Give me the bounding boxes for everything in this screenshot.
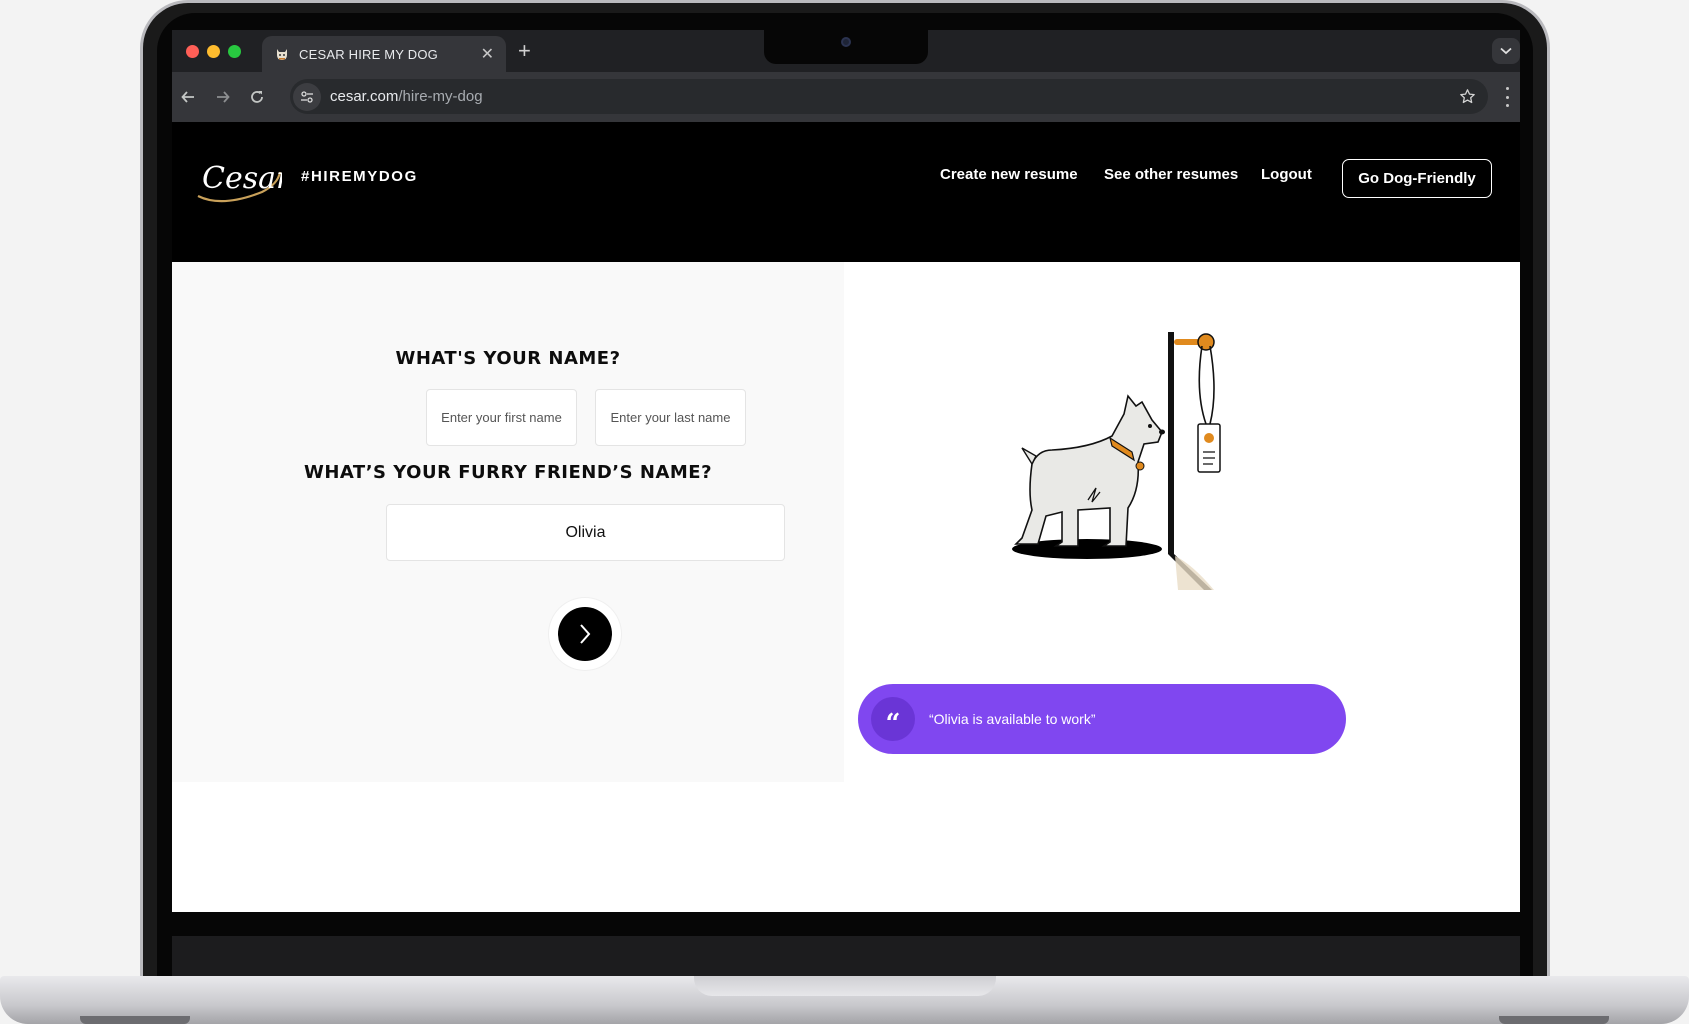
nav-see-other-resumes-link[interactable]: See other resumes <box>1104 166 1238 183</box>
dog-favicon-icon <box>274 46 290 62</box>
bookmark-star-icon[interactable] <box>1459 88 1476 105</box>
url-text: cesar.com/hire-my-dog <box>330 88 1459 105</box>
nav-create-resume-link[interactable]: Create new resume <box>940 166 1078 183</box>
website: Cesar #HIREMYDOG Create new resume See o… <box>172 122 1520 912</box>
browser-toolbar: cesar.com/hire-my-dog <box>172 72 1520 122</box>
quote-text: “Olivia is available to work” <box>929 711 1096 727</box>
logo-text: Cesar <box>202 161 282 196</box>
last-name-input[interactable] <box>595 389 746 446</box>
next-button[interactable] <box>558 607 612 661</box>
browser-menu-icon[interactable] <box>1504 87 1510 107</box>
window-minimize-button[interactable] <box>207 45 220 58</box>
site-info-icon[interactable] <box>293 82 321 111</box>
hashtag-title: #HIREMYDOG <box>301 168 418 185</box>
reload-button[interactable] <box>246 86 268 108</box>
cesar-logo[interactable]: Cesar <box>192 152 282 206</box>
new-tab-button[interactable]: + <box>518 39 531 63</box>
forward-button[interactable] <box>212 86 234 108</box>
reload-icon <box>251 91 263 103</box>
laptop-opening-notch <box>694 976 996 996</box>
camera-icon <box>841 37 851 47</box>
laptop-foot-left <box>80 1016 190 1024</box>
window-close-button[interactable] <box>186 45 199 58</box>
pet-name-input[interactable] <box>386 504 785 561</box>
chevron-down-icon <box>1500 47 1512 55</box>
screen: CESAR HIRE MY DOG ✕ + cesar.com/hire-my-… <box>172 30 1520 912</box>
quote-icon: “ <box>871 697 915 741</box>
id-badge <box>1197 423 1221 473</box>
device-mockup: CESAR HIRE MY DOG ✕ + cesar.com/hire-my-… <box>0 0 1689 1024</box>
laptop-foot-right <box>1499 1016 1609 1024</box>
camera-notch <box>764 30 928 64</box>
tab-search-button[interactable] <box>1492 38 1520 64</box>
next-button-ring <box>549 598 621 670</box>
chevron-right-icon <box>580 624 591 644</box>
dog-body <box>1014 394 1163 547</box>
bezel-bottom <box>172 936 1520 976</box>
dog-at-door-illustration <box>1012 332 1221 590</box>
quote-bubble: “ “Olivia is available to work” <box>858 684 1346 754</box>
go-dog-friendly-button[interactable]: Go Dog-Friendly <box>1342 159 1492 198</box>
tab-title: CESAR HIRE MY DOG <box>299 46 438 62</box>
url-host: cesar.com <box>330 88 399 105</box>
door-light <box>1175 556 1214 590</box>
back-arrow-icon <box>181 91 194 103</box>
tab-close-icon[interactable]: ✕ <box>481 44 494 64</box>
forward-arrow-icon <box>217 91 230 103</box>
back-button[interactable] <box>177 86 199 108</box>
nav-logout-link[interactable]: Logout <box>1261 166 1312 183</box>
resume-form-panel: WHAT'S YOUR NAME? WHAT’S YOUR FURRY FRIE… <box>172 262 844 782</box>
first-name-input[interactable] <box>426 389 577 446</box>
window-zoom-button[interactable] <box>228 45 241 58</box>
address-bar[interactable]: cesar.com/hire-my-dog <box>290 79 1488 114</box>
pet-name-question-heading: WHAT’S YOUR FURRY FRIEND’S NAME? <box>303 462 713 483</box>
browser-tab-active[interactable]: CESAR HIRE MY DOG ✕ <box>262 36 506 72</box>
url-path: /hire-my-dog <box>398 88 483 105</box>
name-question-heading: WHAT'S YOUR NAME? <box>395 348 621 369</box>
